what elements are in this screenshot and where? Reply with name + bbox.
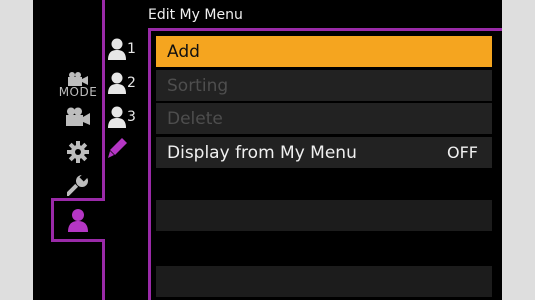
gear-icon xyxy=(67,141,89,163)
mode-label: MODE xyxy=(58,85,98,99)
person-icon xyxy=(108,72,126,94)
tab-my-menu[interactable] xyxy=(55,204,101,236)
subtab-edit[interactable] xyxy=(108,127,154,159)
frame-line xyxy=(148,28,502,31)
page-title: Edit My Menu xyxy=(148,7,243,23)
menu-item-sorting[interactable]: Sorting xyxy=(156,70,492,101)
menu-item-value: OFF xyxy=(447,143,478,162)
subtab-my-menu-2[interactable]: 2 xyxy=(108,62,154,94)
wrench-icon xyxy=(67,174,88,196)
menu-empty-row xyxy=(156,266,492,297)
movie-camera-icon xyxy=(66,107,90,126)
subtab-my-menu-1[interactable]: 1 xyxy=(108,28,154,60)
tab-setup[interactable] xyxy=(55,169,101,201)
menu-item-label: Delete xyxy=(167,108,223,129)
menu-item-label: Sorting xyxy=(167,75,229,96)
tab-creative-video-mode[interactable]: MODE xyxy=(55,69,101,101)
menu-empty-row xyxy=(156,200,492,231)
tab-custom-settings[interactable] xyxy=(55,136,101,168)
subtab-number: 2 xyxy=(127,75,136,91)
category-tabs: MODE xyxy=(33,0,103,300)
subtab-my-menu-3[interactable]: 3 xyxy=(108,96,154,128)
my-menu-person-icon xyxy=(68,209,88,232)
subtab-number: 1 xyxy=(127,41,136,57)
menu-item-label: Display from My Menu xyxy=(167,142,357,163)
menu-item-display-from-my-menu[interactable]: Display from My Menu OFF xyxy=(156,137,492,168)
menu-item-delete[interactable]: Delete xyxy=(156,103,492,134)
menu-item-label: Add xyxy=(167,41,200,62)
person-icon xyxy=(108,38,126,60)
camera-menu-screen: MODE 1 2 3 Edit My Menu Add Sorting Dele… xyxy=(33,0,502,300)
tab-movie[interactable] xyxy=(55,101,101,133)
person-icon xyxy=(108,106,126,128)
subtab-number: 3 xyxy=(127,109,136,125)
creative-video-mode-icon xyxy=(68,72,88,86)
pencil-icon xyxy=(108,138,127,158)
menu-item-add[interactable]: Add xyxy=(156,36,492,67)
